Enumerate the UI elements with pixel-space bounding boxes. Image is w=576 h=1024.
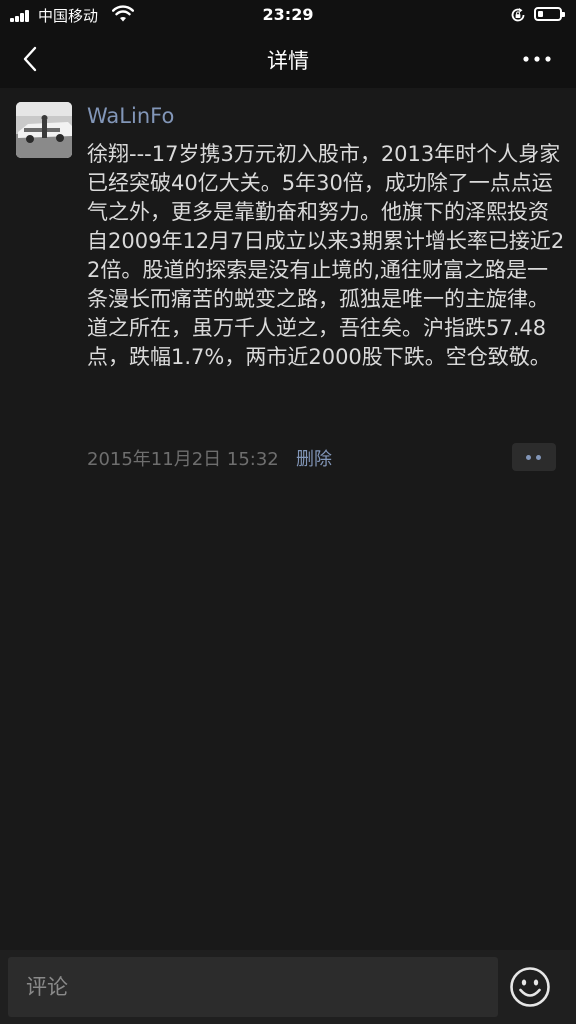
comment-input[interactable] <box>8 957 498 1017</box>
page-title: 详情 <box>267 49 309 73</box>
smiley-face-icon[interactable] <box>509 966 551 1008</box>
battery-icon <box>534 7 565 21</box>
more-horizontal-icon[interactable] <box>518 48 556 70</box>
avatar[interactable] <box>16 102 72 158</box>
status-bar: 中国移动 23:29 <box>0 0 576 30</box>
rotation-lock-icon <box>511 8 525 22</box>
comment-bar <box>0 950 576 1024</box>
avatar-photo <box>16 102 72 158</box>
delete-button[interactable]: 删除 <box>296 445 332 471</box>
like-comment-button[interactable] <box>512 443 556 471</box>
username-link[interactable]: WaLinFo <box>87 104 174 128</box>
clock-time: 23:29 <box>262 5 314 24</box>
navigation-bar: 详情 <box>0 30 576 88</box>
post-timestamp: 2015年11月2日 15:32 <box>87 449 279 470</box>
post-text: 徐翔---17岁携3万元初入股市，2013年时个人身家已经突破40亿大关。5年3… <box>87 142 565 369</box>
